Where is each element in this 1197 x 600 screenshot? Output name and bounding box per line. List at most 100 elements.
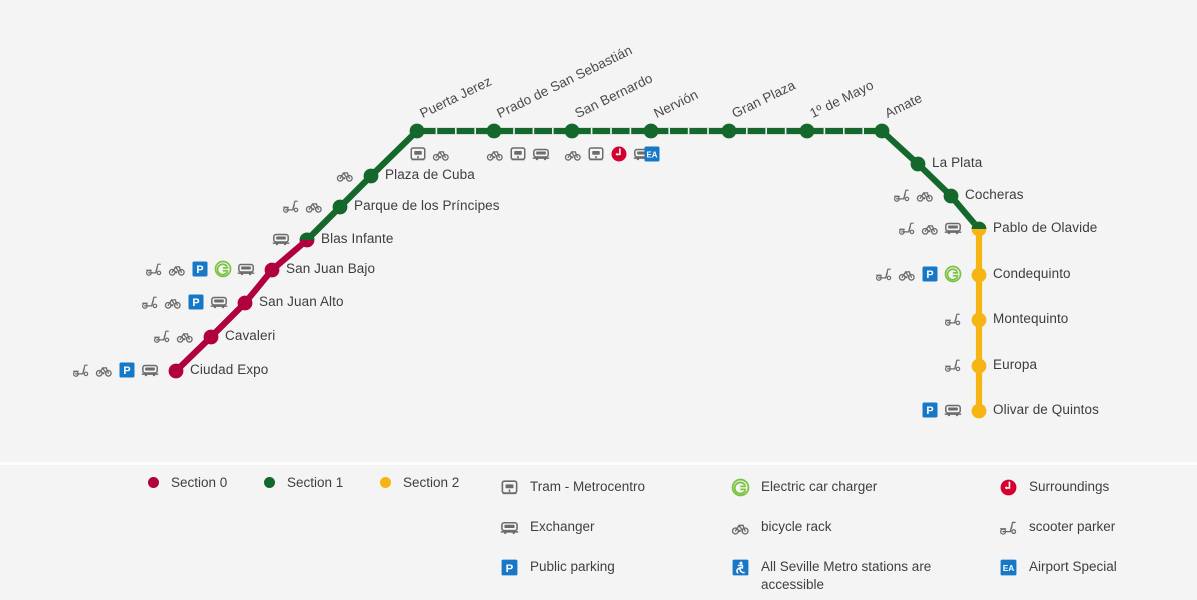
legend-sections: Section 0 Section 1 Section 2 [148, 475, 496, 490]
station-label: Blas Infante [321, 231, 394, 246]
station-dot[interactable] [643, 123, 659, 139]
electric-car-charger-icon [944, 265, 962, 283]
legend-section-item: Section 2 [380, 475, 496, 490]
station-dot[interactable] [799, 123, 815, 139]
svg-text:P: P [196, 264, 203, 276]
station-dot[interactable] [910, 156, 926, 172]
station-dot[interactable] [971, 312, 987, 328]
station-label: Montequinto [993, 311, 1069, 326]
station-label: San Juan Bajo [286, 261, 376, 276]
svg-text:P: P [926, 405, 933, 417]
station-dot[interactable] [971, 358, 987, 374]
station-amenities: EA [643, 145, 661, 163]
bicycle-rack-icon [731, 517, 761, 537]
bicycle-rack-icon [305, 197, 323, 215]
tram-metrocentro-icon [500, 477, 530, 497]
airport-special-icon: EA [643, 145, 661, 163]
station-dot[interactable] [564, 123, 580, 139]
station-amenities [486, 145, 550, 163]
station-amenities [893, 186, 934, 204]
station-dot[interactable] [237, 295, 253, 311]
bicycle-rack-icon [432, 145, 450, 163]
bicycle-rack-icon [168, 260, 186, 278]
station-dot[interactable] [332, 199, 348, 215]
station-label: Cocheras [965, 187, 1024, 202]
electric-car-charger-icon [731, 477, 761, 497]
station-amenities [564, 145, 651, 163]
legend-entry: All Seville Metro stations are accessibl… [731, 557, 997, 594]
station-dot[interactable] [971, 403, 987, 419]
scooter-parker-icon [893, 186, 911, 204]
station-dot[interactable] [943, 188, 959, 204]
legend-entry-label: Electric car charger [761, 479, 878, 494]
station-dot[interactable] [874, 123, 890, 139]
scooter-parker-icon [999, 517, 1029, 537]
station-amenities: P [141, 293, 228, 311]
station-amenities [944, 310, 962, 328]
station-dot[interactable] [721, 123, 737, 139]
legend-entry: EA Airport Special [999, 557, 1197, 579]
map-area[interactable]: Ciudad Expo Cavaleri San Juan Alto San Juan… [0, 0, 1197, 463]
station-dot[interactable] [486, 123, 502, 139]
bicycle-rack-icon [164, 293, 182, 311]
legend-entry-label: Airport Special [1029, 559, 1117, 574]
legend-section-label: Section 0 [171, 475, 228, 490]
legend-entry: scooter parker [999, 517, 1197, 539]
station-dot[interactable] [363, 168, 379, 184]
scooter-parker-icon [875, 265, 893, 283]
exchanger-icon [272, 230, 290, 248]
section-color-dot-icon [148, 477, 159, 488]
bicycle-rack-icon [898, 265, 916, 283]
svg-text:P: P [926, 269, 933, 281]
legend-entry-label: All Seville Metro stations are accessibl… [761, 559, 932, 592]
station-label: Parque de los Príncipes [354, 198, 500, 213]
station-amenities [272, 230, 290, 248]
surroundings-icon [610, 145, 628, 163]
exchanger-icon [532, 145, 550, 163]
surroundings-icon [999, 477, 1029, 497]
legend: Section 0 Section 1 Section 2 Tram - Metro… [0, 465, 1197, 600]
tram-metrocentro-icon [409, 145, 427, 163]
station-label: Ciudad Expo [190, 362, 269, 377]
scooter-parker-icon [898, 219, 916, 237]
bicycle-rack-icon [176, 327, 194, 345]
bicycle-rack-icon [486, 145, 504, 163]
station-amenities: P [921, 401, 962, 419]
station-dot[interactable] [971, 267, 987, 283]
station-label: Cavaleri [225, 328, 276, 343]
station-amenities: P [875, 265, 962, 283]
scooter-parker-icon [145, 260, 163, 278]
legend-entry-label: Public parking [530, 559, 615, 574]
exchanger-icon [237, 260, 255, 278]
legend-column-3: Surroundings scooter parker EA Airport Spec… [999, 477, 1197, 597]
svg-text:P: P [123, 365, 130, 377]
station-dot[interactable] [168, 363, 184, 379]
public-parking-icon: P [118, 361, 136, 379]
station-label: Europa [993, 357, 1038, 372]
legend-section-item: Section 1 [264, 475, 380, 490]
public-parking-icon: P [500, 557, 530, 577]
bicycle-rack-icon [95, 361, 113, 379]
legend-section-item: Section 0 [148, 475, 264, 490]
station-label: Pablo de Olavide [993, 220, 1098, 235]
svg-text:EA: EA [647, 150, 658, 159]
legend-section-label: Section 1 [287, 475, 344, 490]
scooter-parker-icon [944, 310, 962, 328]
station-amenities: P [72, 361, 159, 379]
station-dot[interactable] [409, 123, 425, 139]
station-dot[interactable] [264, 262, 280, 278]
legend-entry: Surroundings [999, 477, 1197, 499]
bicycle-rack-icon [564, 145, 582, 163]
station-label: Plaza de Cuba [385, 167, 475, 182]
bicycle-rack-icon [916, 186, 934, 204]
legend-entry-label: scooter parker [1029, 519, 1116, 534]
exchanger-icon [500, 517, 530, 537]
legend-entry: Tram - Metrocentro [500, 477, 730, 499]
station-dot[interactable] [203, 329, 219, 345]
svg-text:EA: EA [1003, 563, 1015, 573]
airport-special-icon: EA [999, 557, 1029, 577]
legend-entry-label: Tram - Metrocentro [530, 479, 646, 494]
public-parking-icon: P [187, 293, 205, 311]
legend-column-2: Electric car charger bicycle rack All Sevi… [731, 477, 997, 600]
legend-entry-label: bicycle rack [761, 519, 832, 534]
